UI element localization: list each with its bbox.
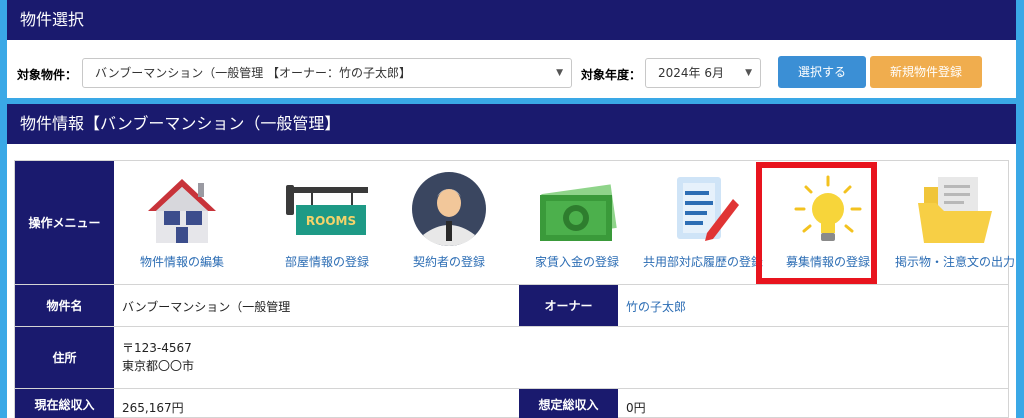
property-selection-panel: 物件選択 対象物件： バンブーマンション（一般管理 【オーナー：竹の子太郎】 ▼… xyxy=(7,0,1016,98)
menu-label: 掲示物・注意文の出力 xyxy=(894,255,1015,269)
menu-item-register-contractor[interactable]: 契約者の登録 xyxy=(389,161,509,283)
menu-label: 契約者の登録 xyxy=(412,255,485,269)
folder-icon xyxy=(918,177,992,243)
panel-title: 物件選択 xyxy=(7,0,1016,40)
postal-code-value: 〒123-4567 xyxy=(122,341,192,355)
property-label: 対象物件： xyxy=(17,68,78,82)
owner-header: オーナー xyxy=(519,285,618,326)
current-income-value: 265,167円 xyxy=(122,401,184,415)
property-info-panel: 物件情報【バンブーマンション（一般管理】 操作メニュー 物件情報の編集 ROOM… xyxy=(7,104,1016,418)
address-header: 住所 xyxy=(15,327,114,388)
address-value: 東京都〇〇市 xyxy=(122,359,195,373)
current-income-header: 現在総収入 xyxy=(15,389,114,418)
menu-item-register-rooms[interactable]: ROOMS 部屋情報の登録 xyxy=(267,161,387,283)
expected-income-header: 想定総収入 xyxy=(519,389,618,418)
select-button[interactable]: 選択する xyxy=(778,56,866,88)
menu-item-register-rent[interactable]: 家賃入金の登録 xyxy=(517,161,637,283)
owner-link[interactable]: 竹の子太郎 xyxy=(626,298,686,315)
new-property-button[interactable]: 新規物件登録 xyxy=(870,56,982,88)
property-select-value: バンブーマンション（一般管理 【オーナー：竹の子太郎】 xyxy=(95,66,412,80)
panel-title: 物件情報【バンブーマンション（一般管理】 xyxy=(7,104,1016,144)
rooms-sign-icon: ROOMS xyxy=(286,185,368,235)
chevron-down-icon: ▼ xyxy=(745,68,752,78)
menu-item-print-notices[interactable]: 掲示物・注意文の出力 xyxy=(895,161,1015,283)
income-row: 現在総収入 265,167円 想定総収入 0円 xyxy=(15,389,1008,418)
person-icon xyxy=(412,172,486,246)
year-label: 対象年度： xyxy=(581,68,642,82)
menu-item-register-common-area-history[interactable]: 共用部対応履歴の登録 xyxy=(643,161,763,283)
money-icon xyxy=(540,184,617,241)
year-select[interactable]: 2024年 6月 ▼ xyxy=(645,58,761,88)
menu-item-edit-property[interactable]: 物件情報の編集 xyxy=(122,161,242,283)
property-select[interactable]: バンブーマンション（一般管理 【オーナー：竹の子太郎】 ▼ xyxy=(82,58,572,88)
house-icon xyxy=(148,179,216,243)
menu-header: 操作メニュー xyxy=(15,161,114,284)
menu-label: 家賃入金の登録 xyxy=(534,255,619,269)
info-grid: 操作メニュー 物件情報の編集 ROOMS 部屋情報の登録 契約者の登録 家賃入金… xyxy=(14,160,1015,418)
menu-label: 共用部対応履歴の登録 xyxy=(642,255,763,269)
chevron-down-icon: ▼ xyxy=(556,68,563,78)
document-pen-icon xyxy=(677,177,739,241)
property-name-header: 物件名 xyxy=(15,285,114,326)
year-select-value: 2024年 6月 xyxy=(658,66,724,80)
menu-label: 部屋情報の登録 xyxy=(284,255,369,269)
rooms-sign-text: ROOMS xyxy=(306,214,356,228)
property-name-row: 物件名 バンブーマンション（一般管理 オーナー 竹の子太郎 xyxy=(15,285,1008,327)
highlight-box xyxy=(756,162,877,284)
menu-row: 操作メニュー 物件情報の編集 ROOMS 部屋情報の登録 契約者の登録 家賃入金… xyxy=(15,161,1015,285)
property-name-value: バンブーマンション（一般管理 xyxy=(122,300,291,314)
expected-income-value: 0円 xyxy=(626,401,646,415)
menu-label: 物件情報の編集 xyxy=(139,255,224,269)
address-row: 住所 〒123-4567 東京都〇〇市 xyxy=(15,327,1008,389)
